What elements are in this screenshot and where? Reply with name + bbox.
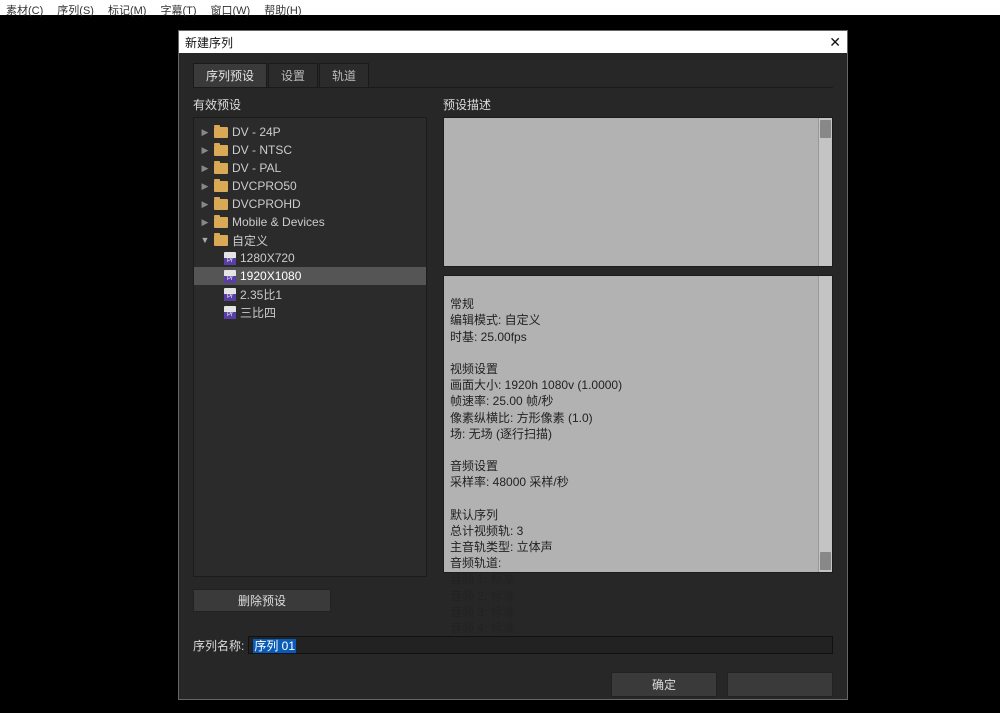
chevron-right-icon: ▶ xyxy=(200,181,210,192)
folder-icon xyxy=(214,163,228,174)
folder-icon xyxy=(214,217,228,228)
sequence-name-label: 序列名称: xyxy=(193,637,244,654)
delete-preset-button[interactable]: 删除预设 xyxy=(193,589,331,612)
tab-settings[interactable]: 设置 xyxy=(268,63,318,87)
new-sequence-dialog: 新建序列 ✕ 序列预设 设置 轨道 有效预设 ▶DV - 24P ▶DV - N… xyxy=(178,30,848,700)
folder-icon xyxy=(214,181,228,192)
scrollbar[interactable] xyxy=(818,276,832,572)
tree-folder[interactable]: ▼自定义 xyxy=(194,231,426,249)
close-icon[interactable]: ✕ xyxy=(829,34,841,51)
folder-icon xyxy=(214,145,228,156)
tree-folder[interactable]: ▶Mobile & Devices xyxy=(194,213,426,231)
tab-tracks[interactable]: 轨道 xyxy=(319,63,369,87)
folder-icon xyxy=(214,235,228,246)
preset-file-icon xyxy=(224,306,236,319)
ok-button[interactable]: 确定 xyxy=(611,672,717,697)
menu-marker[interactable]: 标记(M) xyxy=(108,2,147,13)
chevron-right-icon: ▶ xyxy=(200,145,210,156)
dialog-titlebar: 新建序列 ✕ xyxy=(179,31,847,53)
chevron-right-icon: ▶ xyxy=(200,199,210,210)
preset-tree: ▶DV - 24P ▶DV - NTSC ▶DV - PAL ▶DVCPRO50… xyxy=(193,117,427,577)
sequence-name-input[interactable]: 序列 01 xyxy=(248,636,833,654)
tree-file[interactable]: 三比四 xyxy=(194,303,426,321)
cancel-button[interactable] xyxy=(727,672,833,697)
tree-folder[interactable]: ▶DVCPRO50 xyxy=(194,177,426,195)
scrollbar-thumb[interactable] xyxy=(820,552,831,570)
tree-folder[interactable]: ▶DV - NTSC xyxy=(194,141,426,159)
app-menubar: 素材(C) 序列(S) 标记(M) 字幕(T) 窗口(W) 帮助(H) xyxy=(0,0,1000,15)
preset-details-box: 常规 编辑模式: 自定义 时基: 25.00fps 视频设置 画面大小: 192… xyxy=(443,275,833,573)
scrollbar[interactable] xyxy=(818,118,832,266)
dialog-tabs: 序列预设 设置 轨道 xyxy=(193,63,833,88)
tree-folder[interactable]: ▶DV - 24P xyxy=(194,123,426,141)
folder-icon xyxy=(214,127,228,138)
preset-file-icon xyxy=(224,252,236,265)
preset-description-box xyxy=(443,117,833,267)
menu-title[interactable]: 字幕(T) xyxy=(160,2,196,13)
chevron-right-icon: ▶ xyxy=(200,127,210,138)
scrollbar-thumb[interactable] xyxy=(820,120,831,138)
tree-folder[interactable]: ▶DVCPROHD xyxy=(194,195,426,213)
tab-preset[interactable]: 序列预设 xyxy=(193,63,267,87)
chevron-right-icon: ▶ xyxy=(200,217,210,228)
folder-icon xyxy=(214,199,228,210)
tree-file[interactable]: 1280X720 xyxy=(194,249,426,267)
menu-help[interactable]: 帮助(H) xyxy=(264,2,301,13)
preset-description-label: 预设描述 xyxy=(443,96,833,113)
chevron-down-icon: ▼ xyxy=(200,235,210,245)
dialog-title: 新建序列 xyxy=(185,34,233,51)
menu-clip[interactable]: 素材(C) xyxy=(6,2,43,13)
chevron-right-icon: ▶ xyxy=(200,163,210,174)
menu-sequence[interactable]: 序列(S) xyxy=(57,2,94,13)
tree-folder[interactable]: ▶DV - PAL xyxy=(194,159,426,177)
preset-file-icon xyxy=(224,270,236,283)
tree-file[interactable]: 2.35比1 xyxy=(194,285,426,303)
menu-window[interactable]: 窗口(W) xyxy=(211,2,251,13)
available-presets-label: 有效预设 xyxy=(193,96,427,113)
tree-file[interactable]: 1920X1080 xyxy=(194,267,426,285)
preset-file-icon xyxy=(224,288,236,301)
